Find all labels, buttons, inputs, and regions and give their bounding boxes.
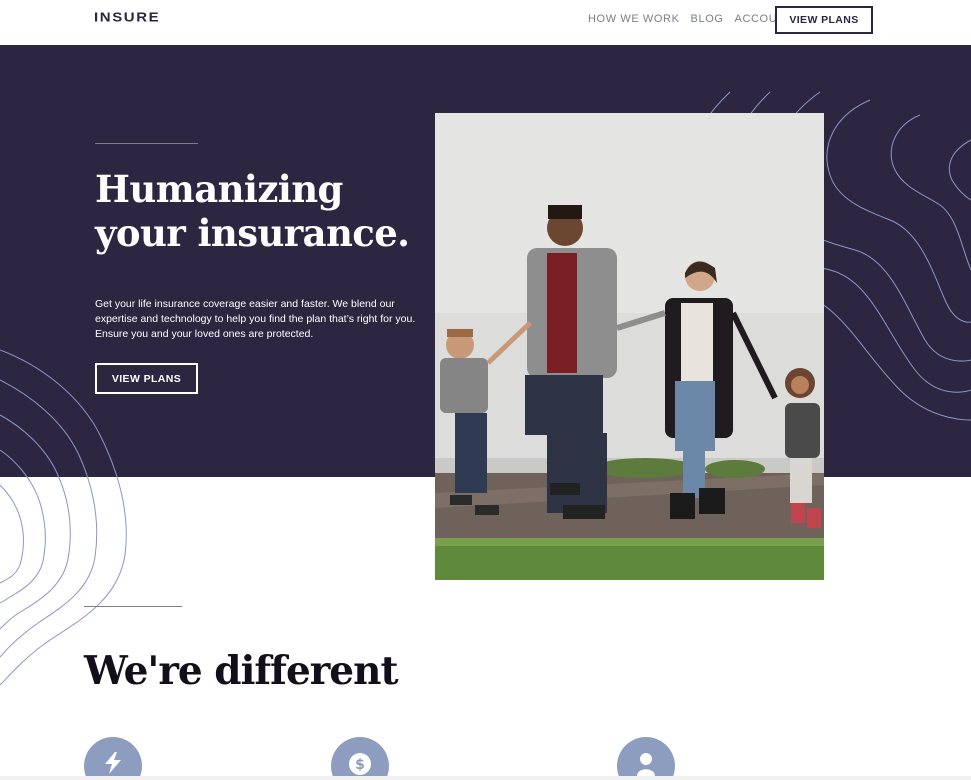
family-walking-photo bbox=[435, 113, 824, 580]
hero-title-line-2: your insurance. bbox=[95, 211, 410, 255]
feature-icon-affordable: $ bbox=[331, 737, 389, 780]
feature-icon-people bbox=[617, 737, 675, 780]
hero-photo bbox=[435, 113, 824, 580]
nav-links: HOW WE WORK BLOG ACCOUNT bbox=[588, 13, 793, 25]
top-nav: INSURE HOW WE WORK BLOG ACCOUNT VIEW PLA… bbox=[0, 0, 971, 45]
lightning-icon bbox=[105, 752, 121, 774]
hero-title-line-1: Humanizing bbox=[95, 167, 343, 211]
different-divider-line bbox=[84, 606, 182, 607]
nav-link-how-we-work[interactable]: HOW WE WORK bbox=[588, 13, 680, 25]
feature-icon-snappy bbox=[84, 737, 142, 780]
bottom-edge bbox=[0, 776, 971, 780]
hero-divider-line bbox=[95, 143, 198, 144]
different-title: We're different bbox=[84, 648, 398, 694]
logo[interactable]: INSURE bbox=[94, 10, 160, 25]
dollar-icon: $ bbox=[349, 753, 371, 775]
hero-description: Get your life insurance coverage easier … bbox=[95, 298, 416, 340]
person-icon bbox=[637, 753, 655, 776]
nav-view-plans-button[interactable]: VIEW PLANS bbox=[775, 6, 873, 34]
hero-title: Humanizing your insurance. bbox=[95, 167, 435, 255]
contour-pattern-left bbox=[0, 349, 127, 685]
nav-link-blog[interactable]: BLOG bbox=[691, 13, 724, 25]
svg-text:$: $ bbox=[355, 757, 365, 773]
